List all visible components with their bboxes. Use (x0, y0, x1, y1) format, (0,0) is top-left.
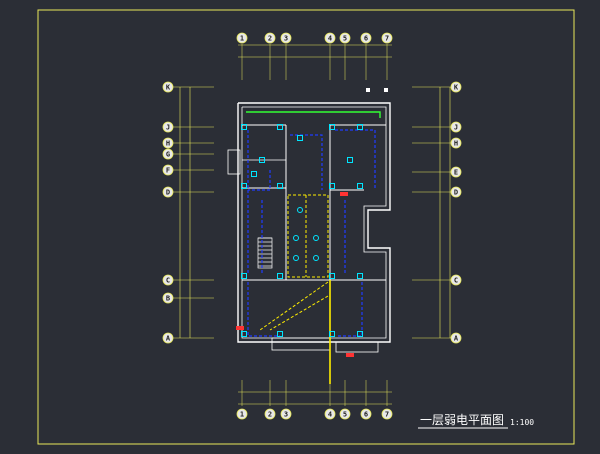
svg-text:J: J (166, 124, 170, 132)
outer-wall (237, 102, 391, 343)
svg-text:1: 1 (240, 411, 244, 419)
outlet-symbol (313, 255, 319, 261)
row-bubbles-left: K JHGF D C B A (162, 81, 174, 344)
row-bubble-left-A: A (162, 332, 174, 344)
svg-text:F: F (166, 167, 170, 175)
svg-text:H: H (166, 140, 170, 148)
stair-outline (257, 237, 273, 269)
column-bubble-top-5: 5 (339, 32, 351, 44)
row-bubble-right-E: E (450, 166, 462, 178)
svg-text:D: D (454, 189, 458, 197)
column-bubble-top-7: 7 (381, 32, 393, 44)
column-bubble-top-3: 3 (280, 32, 292, 44)
svg-text:7: 7 (385, 35, 389, 43)
svg-text:H: H (454, 140, 458, 148)
device-box-symbol (357, 273, 363, 279)
panel-box-symbol (346, 353, 354, 357)
svg-text:7: 7 (385, 411, 389, 419)
row-bubble-left-F: F (162, 164, 174, 176)
outlet-symbol (293, 235, 299, 241)
panel-box-symbol (340, 192, 348, 196)
column-bubbles-bottom: 1 2 3 4 5 6 7 (236, 408, 393, 420)
row-bubble-left-B: B (162, 292, 174, 304)
row-bubble-right-C: C (450, 274, 462, 286)
column-bubble-top-6: 6 (360, 32, 372, 44)
drawing-scale: 1:100 (510, 418, 534, 427)
column-bubbles-top: 1 2 3 4 5 6 7 (236, 32, 393, 44)
device-box-symbol (277, 273, 283, 279)
row-bubble-right-D: D (450, 186, 462, 198)
device-box-symbol (251, 171, 257, 177)
svg-text:2: 2 (268, 35, 272, 43)
entry-step (335, 341, 379, 353)
column-bubble-bottom-1: 1 (236, 408, 248, 420)
row-bubble-left-K: K (162, 81, 174, 93)
device-box-symbol (357, 183, 363, 189)
svg-text:1: 1 (240, 35, 244, 43)
entry-step (271, 337, 331, 351)
row-bubble-left-G: G (162, 148, 174, 160)
dimension-lines (172, 44, 452, 406)
column-bubble-bottom-7: 7 (381, 408, 393, 420)
drawing-title: 一层弱电平面图 (420, 413, 504, 427)
row-bubble-right-K: K (450, 81, 462, 93)
device-symbols (241, 124, 363, 337)
svg-text:C: C (166, 277, 170, 285)
outlet-symbol (293, 255, 299, 261)
svg-text:5: 5 (343, 411, 347, 419)
building-walls (227, 102, 391, 353)
row-bubble-right-A: A (450, 332, 462, 344)
inner-wall-outline (241, 106, 387, 339)
column-bubble-bottom-5: 5 (339, 408, 351, 420)
column-bubble-bottom-3: 3 (280, 408, 292, 420)
row-bubbles-right: K JH E D C A (450, 81, 462, 344)
row-bubble-left-C: C (162, 274, 174, 286)
column-bubble-bottom-4: 4 (324, 408, 336, 420)
row-bubble-left-H: H (162, 137, 174, 149)
riser-lines (259, 194, 331, 384)
svg-text:J: J (454, 124, 458, 132)
svg-text:C: C (454, 277, 458, 285)
svg-text:3: 3 (284, 411, 288, 419)
device-box-symbol (297, 135, 303, 141)
device-box-symbol (347, 157, 353, 163)
row-bubble-left-J: J (162, 121, 174, 133)
column-bubble-top-1: 1 (236, 32, 248, 44)
svg-text:G: G (166, 151, 170, 159)
staircase (257, 237, 273, 269)
svg-text:6: 6 (364, 35, 368, 43)
marker-square (366, 88, 370, 92)
svg-text:3: 3 (284, 35, 288, 43)
cable-tray-top (246, 111, 381, 118)
svg-text:2: 2 (268, 411, 272, 419)
panel-box-symbol (236, 326, 244, 330)
svg-text:5: 5 (343, 35, 347, 43)
svg-text:D: D (166, 189, 170, 197)
svg-text:4: 4 (328, 411, 332, 419)
svg-text:4: 4 (328, 35, 332, 43)
distribution-panels (236, 88, 388, 357)
column-bubble-top-4: 4 (324, 32, 336, 44)
outlet-symbol (297, 207, 303, 213)
marker-square (384, 88, 388, 92)
column-bubble-bottom-6: 6 (360, 408, 372, 420)
row-bubble-right-H: H (450, 137, 462, 149)
floor-plan-svg: 1234567 1234567 KJHGFDCBA KJHEDCA 一层弱电平面… (37, 9, 575, 445)
svg-text:E: E (454, 169, 458, 177)
svg-text:6: 6 (364, 411, 368, 419)
drawing-canvas: 1234567 1234567 KJHGFDCBA KJHEDCA 一层弱电平面… (0, 0, 600, 450)
row-bubble-left-D: D (162, 186, 174, 198)
cable-routes (247, 129, 376, 337)
svg-text:B: B (166, 295, 170, 303)
row-bubble-right-J: J (450, 121, 462, 133)
column-bubble-bottom-2: 2 (264, 408, 276, 420)
outlet-symbol (313, 235, 319, 241)
column-bubble-top-2: 2 (264, 32, 276, 44)
